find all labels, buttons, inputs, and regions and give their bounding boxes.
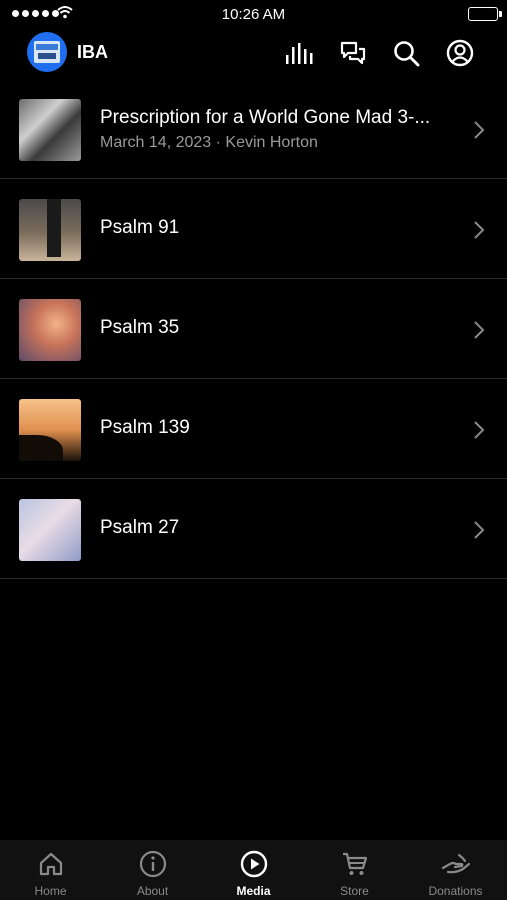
- search-icon[interactable]: [391, 38, 421, 68]
- info-icon: [138, 850, 168, 878]
- list-item[interactable]: Psalm 139: [0, 379, 507, 479]
- list-item-title: Psalm 35: [100, 317, 180, 338]
- tab-media[interactable]: Media: [203, 840, 304, 900]
- list-item-title: Psalm 139: [100, 417, 190, 438]
- list-item[interactable]: Psalm 91: [0, 179, 507, 279]
- battery-icon: [468, 7, 502, 21]
- list-item[interactable]: Psalm 35: [0, 279, 507, 379]
- chevron-right-icon: [474, 121, 485, 139]
- chevron-right-icon: [474, 521, 485, 539]
- list-item-title: Prescription for a World Gone Mad 3-...: [100, 107, 431, 128]
- bottom-tab-bar: Home About Media Store Donations: [0, 840, 507, 900]
- list-item-title: Psalm 91: [100, 217, 180, 238]
- chevron-right-icon: [474, 421, 485, 439]
- list-item[interactable]: Prescription for a World Gone Mad 3-... …: [0, 79, 507, 179]
- tab-donations[interactable]: Donations: [405, 840, 506, 900]
- app-header: IBA: [0, 30, 507, 78]
- chevron-right-icon: [474, 321, 485, 339]
- tab-label: About: [136, 884, 169, 898]
- equalizer-icon[interactable]: [284, 38, 314, 68]
- media-thumbnail: [19, 499, 81, 561]
- home-icon: [36, 850, 66, 878]
- list-item[interactable]: Psalm 27: [0, 479, 507, 579]
- tab-label: Media: [236, 884, 271, 898]
- list-item-title: Psalm 27: [100, 517, 180, 538]
- tab-label: Donations: [428, 884, 483, 898]
- status-bar: 10:26 AM: [0, 0, 507, 28]
- play-icon: [239, 850, 269, 878]
- chevron-right-icon: [474, 221, 485, 239]
- account-icon[interactable]: [445, 38, 475, 68]
- media-thumbnail: [19, 199, 81, 261]
- tab-store[interactable]: Store: [304, 840, 405, 900]
- cart-icon: [340, 850, 370, 878]
- media-list: Prescription for a World Gone Mad 3-... …: [0, 79, 507, 579]
- app-logo[interactable]: [27, 32, 67, 72]
- tab-label: Store: [340, 884, 369, 898]
- app-title: IBA: [77, 42, 108, 62]
- status-time: 10:26 AM: [221, 6, 286, 23]
- media-thumbnail: [19, 399, 81, 461]
- tab-about[interactable]: About: [102, 840, 203, 900]
- media-thumbnail: [19, 299, 81, 361]
- chat-icon[interactable]: [338, 38, 368, 68]
- list-item-subtitle: March 14, 2023 · Kevin Horton: [100, 134, 318, 151]
- tab-home[interactable]: Home: [0, 840, 101, 900]
- donation-hand-icon: [441, 850, 471, 878]
- tab-label: Home: [34, 884, 67, 898]
- media-thumbnail: [19, 99, 81, 161]
